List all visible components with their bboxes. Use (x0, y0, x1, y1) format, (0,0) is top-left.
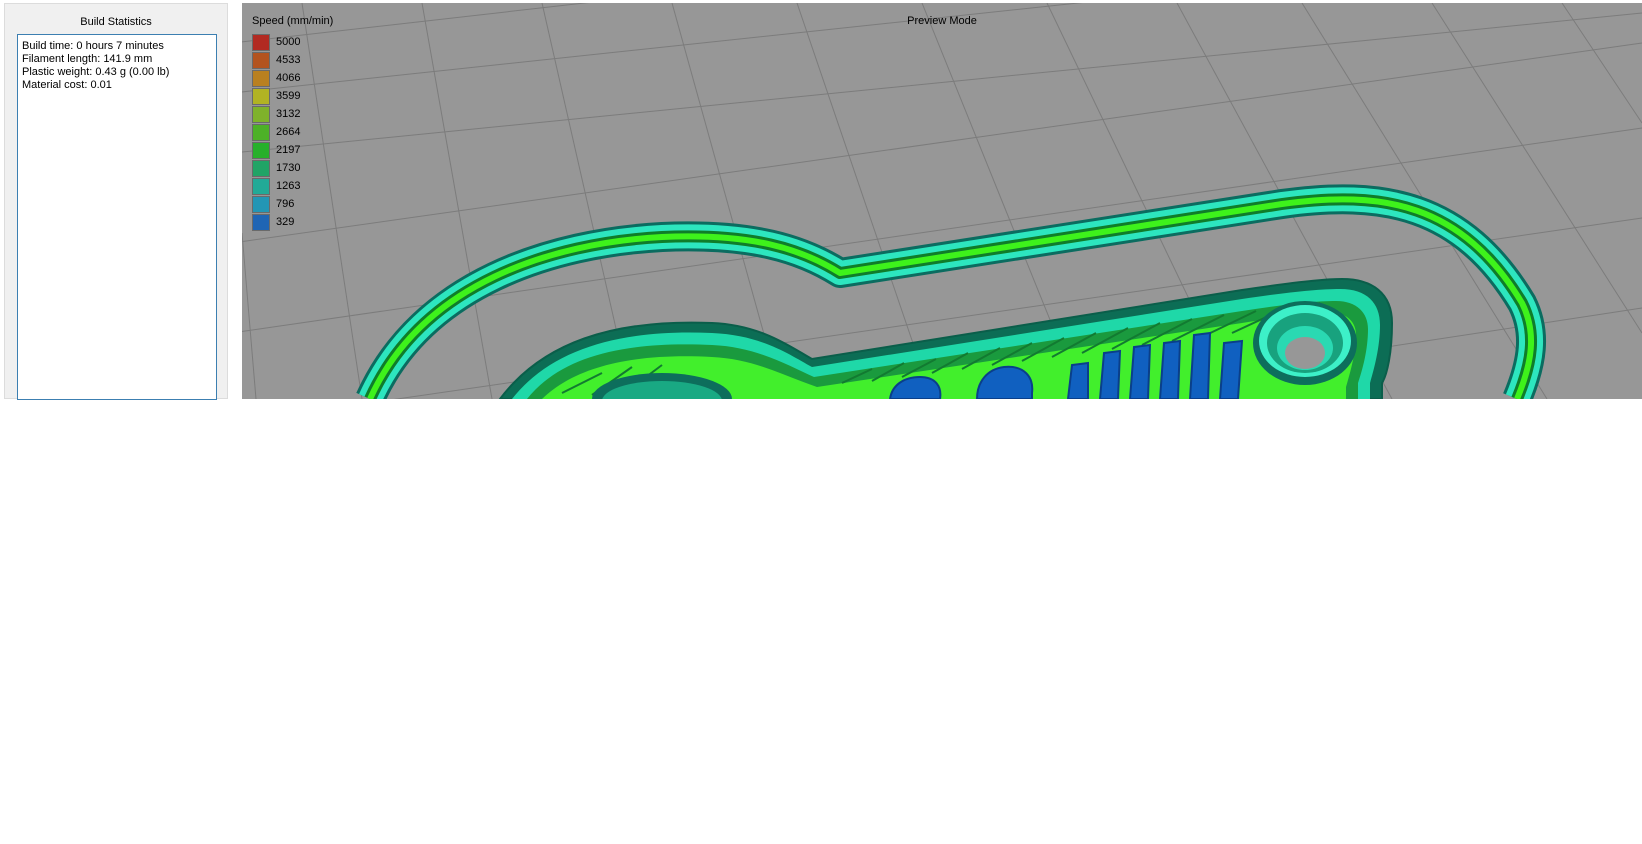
build-statistics-textbox[interactable]: Build time: 0 hours 7 minutes Filament l… (17, 34, 217, 400)
toolpath-render[interactable] (242, 3, 1642, 399)
legend-swatch (252, 123, 270, 141)
legend-item: 329 (252, 213, 300, 231)
legend-value: 4533 (276, 54, 301, 66)
plastic-weight-line: Plastic weight: 0.43 g (0.00 lb) (22, 66, 170, 78)
legend-swatch (252, 51, 270, 69)
legend-item: 3599 (252, 87, 300, 105)
legend-value: 329 (276, 216, 295, 228)
part-toolpath (498, 277, 1394, 399)
legend-swatch (252, 33, 270, 51)
speed-legend: 5000 4533 4066 3599 3132 2664 2197 1730 … (252, 33, 300, 231)
legend-value: 5000 (276, 36, 301, 48)
legend-item: 4066 (252, 69, 300, 87)
legend-swatch (252, 195, 270, 213)
legend-swatch (252, 213, 270, 231)
legend-swatch (252, 177, 270, 195)
preview-mode-label: Preview Mode (907, 15, 977, 27)
legend-value: 1730 (276, 162, 301, 174)
legend-item: 1730 (252, 159, 300, 177)
legend-item: 1263 (252, 177, 300, 195)
legend-value: 4066 (276, 72, 301, 84)
legend-value: 796 (276, 198, 295, 210)
build-statistics-title: Build Statistics (80, 16, 152, 28)
legend-swatch (252, 69, 270, 87)
legend-item: 3132 (252, 105, 300, 123)
legend-value: 3599 (276, 90, 301, 102)
legend-swatch (252, 159, 270, 177)
build-statistics-panel: Build Statistics Build time: 0 hours 7 m… (4, 3, 228, 400)
legend-value: 2197 (276, 144, 301, 156)
legend-item: 796 (252, 195, 300, 213)
legend-value: 3132 (276, 108, 301, 120)
legend-item: 4533 (252, 51, 300, 69)
legend-swatch (252, 87, 270, 105)
material-cost-line: Material cost: 0.01 (22, 79, 112, 91)
legend-value: 1263 (276, 180, 301, 192)
legend-item: 2197 (252, 141, 300, 159)
legend-item: 5000 (252, 33, 300, 51)
legend-value: 2664 (276, 126, 301, 138)
legend-swatch (252, 141, 270, 159)
legend-swatch (252, 105, 270, 123)
preview-viewport[interactable]: Speed (mm/min) Preview Mode 5000 4533 40… (242, 3, 1642, 399)
filament-length-line: Filament length: 141.9 mm (22, 53, 153, 65)
legend-item: 2664 (252, 123, 300, 141)
build-time-line: Build time: 0 hours 7 minutes (22, 40, 164, 52)
